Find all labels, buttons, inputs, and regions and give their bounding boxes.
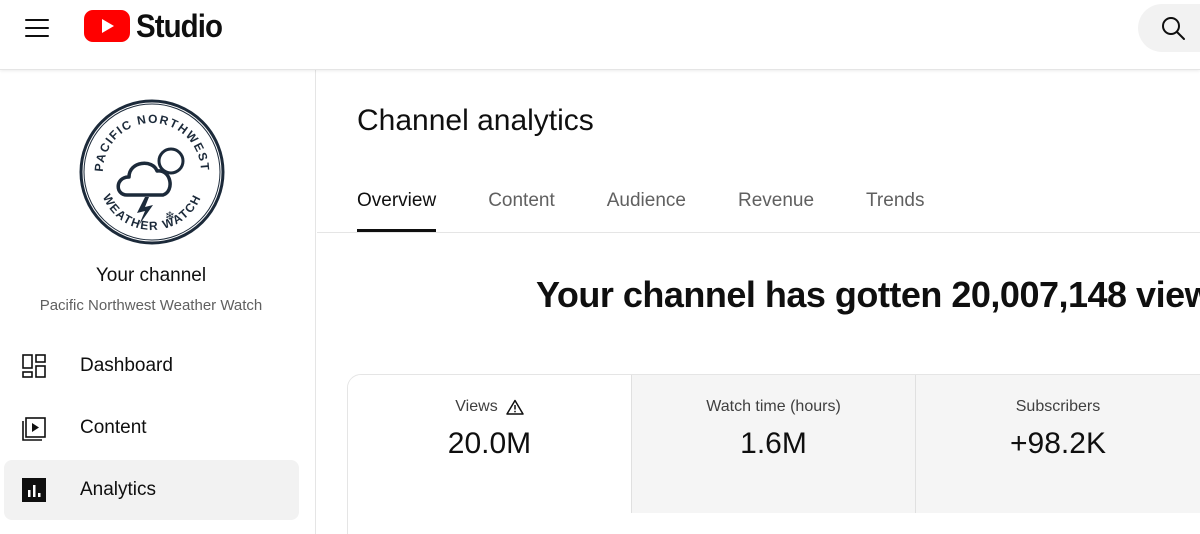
tab-revenue[interactable]: Revenue (738, 178, 814, 232)
sidebar-item-dashboard[interactable]: Dashboard (4, 336, 299, 396)
tab-content[interactable]: Content (488, 178, 555, 232)
your-channel-label: Your channel (95, 265, 207, 286)
analytics-tabs: Overview Content Audience Revenue Trends (357, 178, 976, 232)
sidebar-item-label: Analytics (80, 479, 157, 500)
tabs-divider (317, 232, 1200, 233)
page-title: Channel analytics (357, 104, 594, 137)
dashboard-icon (19, 351, 49, 381)
youtube-play-icon (84, 10, 130, 42)
views-headline: Your channel has gotten 20,007,148 views (536, 274, 1200, 315)
channel-name: Pacific Northwest Weather Watch (39, 297, 263, 314)
sidebar-item-label: Dashboard (80, 355, 173, 376)
metric-card-views[interactable]: Views 20.0M (348, 375, 632, 513)
metric-label: Views (455, 398, 498, 415)
tab-audience[interactable]: Audience (607, 178, 686, 232)
metric-value: 1.6M (740, 427, 807, 460)
top-header: Studio (0, 0, 1200, 70)
metric-value: 20.0M (447, 427, 532, 460)
hamburger-menu-icon[interactable] (18, 14, 56, 42)
metric-card-watch-time[interactable]: Watch time (hours) 1.6M (632, 375, 916, 513)
sidebar-item-content[interactable]: Content (4, 398, 299, 458)
studio-logo[interactable]: Studio (84, 8, 230, 44)
main-content: Channel analytics Overview Content Audie… (317, 70, 1200, 534)
svg-text:❄: ❄ (165, 209, 175, 223)
metric-label: Watch time (hours) (706, 398, 841, 415)
warning-icon[interactable] (505, 399, 524, 415)
logo-text: Studio (136, 7, 223, 44)
search-button[interactable] (1138, 4, 1200, 52)
metric-card-subscribers[interactable]: Subscribers +98.2K (916, 375, 1200, 513)
sidebar-item-label: Content (80, 417, 147, 438)
content-icon (19, 413, 49, 443)
analytics-icon (19, 475, 49, 505)
tab-overview[interactable]: Overview (357, 178, 437, 232)
search-icon (1162, 17, 1185, 40)
metric-label: Subscribers (1015, 398, 1101, 415)
metric-value: +98.2K (1010, 427, 1106, 460)
sidebar: PACIFIC NORTHWEST WEATHER WATCH ❄ Your c… (0, 70, 316, 534)
sidebar-item-analytics[interactable]: Analytics (4, 460, 299, 520)
channel-avatar[interactable]: PACIFIC NORTHWEST WEATHER WATCH ❄ (79, 99, 225, 245)
tab-trends[interactable]: Trends (866, 178, 924, 232)
metric-cards: Views 20.0M Watch time (hours) 1.6M Subs… (347, 374, 1200, 534)
